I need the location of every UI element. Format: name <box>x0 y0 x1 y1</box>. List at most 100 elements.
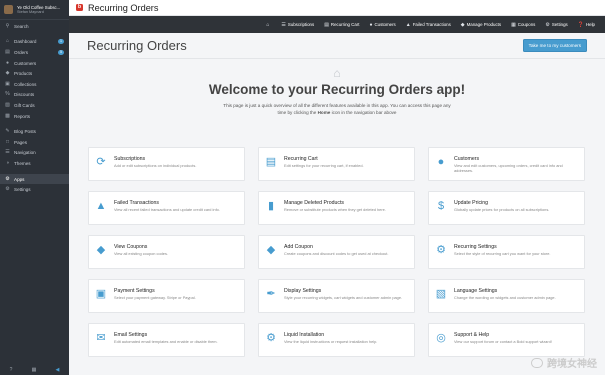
card-desc: View and edit customers, upcoming orders… <box>454 163 563 173</box>
app-logo-icon: b <box>76 4 83 11</box>
person-icon: ● <box>369 21 373 28</box>
house-icon: ⌂ <box>266 21 270 28</box>
welcome-section: ⌂ Welcome to your Recurring Orders app! … <box>69 67 605 116</box>
lifebuoy-icon: ◎ <box>436 332 446 344</box>
card-view-coupons[interactable]: ◆ View Coupons View all existing coupon c… <box>88 235 245 269</box>
cart-icon: ▤ <box>324 21 329 28</box>
sidebar-item-label: Blog Posts <box>14 129 36 135</box>
sidebar-item-products[interactable]: ◆ Products <box>0 68 69 79</box>
card-desc: Create coupons and discount codes to get… <box>284 251 389 256</box>
sidebar-search-label: Search <box>14 23 29 29</box>
nav-help[interactable]: ❓ Help <box>578 22 595 28</box>
coupon-icon: ▦ <box>511 21 516 28</box>
notification-badge: 1 <box>58 39 64 45</box>
card-desc: View all existing coupon codes. <box>114 251 168 256</box>
card-update-pricing[interactable]: $ Update Pricing Globally update prices f… <box>428 191 585 225</box>
nav-customers[interactable]: ● Customers <box>369 22 395 28</box>
card-title: Display Settings <box>284 288 322 294</box>
card-support-help[interactable]: ◎ Support & Help View our support forum o… <box>428 323 585 357</box>
card-title: Liquid Installation <box>284 332 325 338</box>
sidebar-item-customers[interactable]: ● Customers <box>0 58 69 69</box>
list-icon: ☰ <box>281 21 286 28</box>
brush-icon: ✒ <box>266 288 276 300</box>
wechat-icon <box>531 357 543 368</box>
card-add-coupon[interactable]: ◆ Add Coupon Create coupons and discount … <box>258 235 415 269</box>
nav-label: Help <box>585 22 595 27</box>
store-logo <box>4 5 13 14</box>
take-me-to-customers-button[interactable]: Take me to my customers <box>522 39 587 52</box>
envelope-icon: ✉ <box>96 332 106 344</box>
card-manage-deleted-products[interactable]: ▮ Manage Deleted Products Remove or subst… <box>258 191 415 225</box>
help-icon: ❓ <box>577 21 584 28</box>
card-language-settings[interactable]: ▧ Language Settings Change the wording on… <box>428 279 585 313</box>
nav-failed-transactions[interactable]: ▲ Failed Transactions <box>406 22 451 28</box>
sidebar-item-pages[interactable]: □ Pages <box>0 137 69 148</box>
page-title: Recurring Orders <box>87 38 187 53</box>
tag-icon: ◆ <box>266 244 276 256</box>
store-name: Ye Old Coffee Subsc... <box>17 4 61 10</box>
collapse-icon[interactable]: ◀ <box>56 367 60 373</box>
card-desc: Add or edit subscriptions on individual … <box>114 163 197 168</box>
sidebar-item-orders[interactable]: ▤ Orders 5 <box>0 47 69 58</box>
app-navbar: ⌂ ☰ Subscriptions ▤ Recurring Cart ● Custom… <box>69 16 605 33</box>
sidebar-item-settings[interactable]: ⚙ Settings <box>0 184 69 195</box>
sidebar-item-navigation[interactable]: ☰ Navigation <box>0 148 69 159</box>
card-recurring-settings[interactable]: ⚙ Recurring Settings Select the style of … <box>428 235 585 269</box>
card-desc: View our support forum or contact a Bold… <box>454 339 552 344</box>
card-title: Language Settings <box>454 288 498 294</box>
welcome-title: Welcome to your Recurring Orders app! <box>208 82 466 97</box>
apps-icon: ⚙ <box>5 175 10 182</box>
card-failed-transactions[interactable]: ▲ Failed Transactions View all recent fai… <box>88 191 245 225</box>
sidebar-item-dashboard[interactable]: ⌂ Dashboard 1 <box>0 37 69 48</box>
card-liquid-installation[interactable]: ⚙ Liquid Installation View the liquid ins… <box>258 323 415 357</box>
house-icon: ⌂ <box>333 66 341 80</box>
card-payment-settings[interactable]: ▣ Payment Settings Select your payment ga… <box>88 279 245 313</box>
welcome-text-part: icon in the navigation bar above <box>330 110 397 115</box>
nav-settings[interactable]: ⚙ Settings <box>545 22 567 28</box>
card-title: Customers <box>454 156 480 162</box>
sidebar-item-blog-posts[interactable]: ✎ Blog Posts <box>0 126 69 137</box>
sidebar-item-gift-cards[interactable]: ▧ Gift Cards <box>0 100 69 111</box>
card-display-settings[interactable]: ✒ Display Settings Style your recurring w… <box>258 279 415 313</box>
sidebar-item-apps[interactable]: ⚙ Apps <box>0 173 69 185</box>
card-email-settings[interactable]: ✉ Email Settings Edit automated email tem… <box>88 323 245 357</box>
nav-label: Customers <box>374 22 396 27</box>
gift-card-icon: ▧ <box>5 101 10 108</box>
card-desc: Select your payment gateway. Stripe or P… <box>114 295 196 300</box>
sidebar-item-collections[interactable]: ▣ Collections <box>0 79 69 90</box>
theme-icon: ◑ <box>5 159 10 166</box>
card-desc: Style your recurring widgets, cart widge… <box>284 295 403 300</box>
tag-icon: ◆ <box>5 70 10 77</box>
sidebar-item-themes[interactable]: ◑ Themes <box>0 158 69 169</box>
sidebar-item-label: Themes <box>14 160 31 166</box>
sidebar-item-reports[interactable]: ▩ Reports <box>0 111 69 122</box>
tag-icon: ◆ <box>460 21 465 28</box>
sidebar-item-label: Customers <box>14 60 37 66</box>
nav-coupons[interactable]: ▦ Coupons <box>511 22 535 28</box>
sidebar-item-discounts[interactable]: % Discounts <box>0 90 69 101</box>
store-icon[interactable]: ▦ <box>32 367 37 373</box>
nav-manage-products[interactable]: ◆ Manage Products <box>461 22 501 28</box>
nav-subscriptions[interactable]: ☰ Subscriptions <box>281 22 314 28</box>
card-recurring-cart[interactable]: ▤ Recurring Cart Edit settings for your r… <box>258 147 415 181</box>
trash-icon: ▮ <box>267 200 275 212</box>
money-icon: ▣ <box>95 288 107 300</box>
help-icon[interactable]: ? <box>10 367 13 373</box>
warning-icon: ▲ <box>405 21 411 28</box>
app-name: Recurring Orders <box>88 2 159 13</box>
nav-home[interactable]: ⌂ <box>266 22 271 28</box>
watermark: 跨境女神经 <box>531 355 597 370</box>
main-content: Recurring Orders Take me to my customers… <box>69 33 605 375</box>
sidebar-search[interactable]: ⚲ Search <box>0 21 69 32</box>
card-customers[interactable]: ● Customers View and edit customers, upco… <box>428 147 585 181</box>
card-title: Manage Deleted Products <box>284 200 344 206</box>
card-desc: Change the wording on widgets and custom… <box>454 295 556 300</box>
store-switcher[interactable]: Ye Old Coffee Subsc... Stefan Maynard <box>0 0 69 20</box>
card-title: View Coupons <box>114 244 148 250</box>
page-icon: □ <box>5 138 10 145</box>
nav-label: Coupons <box>517 22 536 27</box>
notification-badge: 5 <box>58 49 64 55</box>
card-subscriptions[interactable]: ⟳ Subscriptions Add or edit subscriptions… <box>88 147 245 181</box>
nav-recurring-cart[interactable]: ▤ Recurring Cart <box>324 22 359 28</box>
refresh-icon: ⟳ <box>96 156 106 168</box>
